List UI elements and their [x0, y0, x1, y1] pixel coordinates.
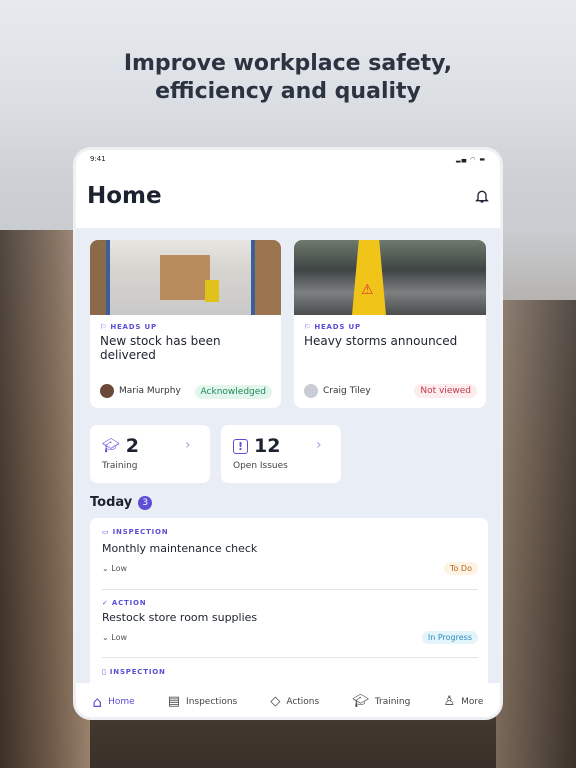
task-type: ACTION — [111, 599, 147, 607]
nav-label: Home — [108, 696, 135, 707]
page-title: Home — [87, 183, 162, 209]
task-row[interactable]: ▭ INSPECTION Monthly maintenance check ⌄… — [102, 528, 478, 575]
avatar — [304, 384, 318, 398]
tag-label: HEADS UP — [314, 323, 361, 331]
author-name: Maria Murphy — [119, 386, 181, 396]
nav-label: Inspections — [186, 696, 238, 707]
chevron-down-icon: ⌄ — [102, 633, 112, 642]
megaphone-icon: ⚐ — [100, 323, 111, 331]
today-label: Today — [90, 495, 133, 510]
headline: Improve workplace safety, efficiency and… — [0, 50, 576, 106]
task-priority: Low — [111, 564, 128, 573]
inspection-icon: ▭ — [102, 528, 113, 536]
task-priority: Low — [111, 633, 128, 642]
tag-label: HEADS UP — [110, 323, 157, 331]
graduation-cap-icon: 🎓︎ — [102, 438, 120, 454]
chevron-right-icon: › — [185, 437, 191, 453]
announcement-image: ⚠ — [294, 240, 486, 315]
graduation-cap-icon: 🎓︎ — [352, 694, 369, 709]
stat-value: 12 — [254, 435, 281, 457]
device-frame: 9:41 ▂▄ ◠ ▬ Home ⚐ HEADS UP New stock ha… — [73, 147, 503, 720]
megaphone-icon: ⚐ — [304, 323, 315, 331]
announcement-title: New stock has been delivered — [100, 334, 221, 362]
nav-label: Training — [374, 696, 411, 707]
stat-value: 2 — [125, 435, 140, 457]
stat-label: Open Issues — [233, 461, 288, 471]
divider — [102, 589, 478, 590]
nav-inspections[interactable]: ▤ Inspections — [168, 694, 237, 709]
task-type: INSPECTION — [112, 528, 169, 536]
bottom-nav: ⌂ Home ▤ Inspections ◇ Actions 🎓︎ Training ♙… — [76, 683, 500, 717]
announcement-card[interactable]: ⚐ HEADS UP New stock has been delivered … — [90, 240, 281, 408]
today-heading: Today 3 — [90, 495, 153, 510]
status-badge: Not viewed — [414, 384, 477, 398]
stat-label: Training — [102, 461, 138, 471]
task-row[interactable]: ✓ ACTION Restock store room supplies ⌄ L… — [102, 599, 478, 644]
training-stat-card[interactable]: 🎓︎ 2 › Training — [90, 425, 210, 483]
nav-label: More — [461, 696, 484, 707]
nav-actions[interactable]: ◇ Actions — [270, 694, 319, 709]
chevron-down-icon: ⌄ — [102, 564, 112, 573]
task-title: Monthly maintenance check — [102, 542, 258, 555]
task-type: INSPECTION — [109, 668, 166, 676]
headline-line-2: efficiency and quality — [155, 79, 421, 104]
author-name: Craig Tiley — [323, 386, 371, 396]
tag-icon: ◇ — [270, 694, 281, 709]
clipboard-icon: ▯ — [102, 668, 110, 676]
tag-heads-up: ⚐ HEADS UP — [304, 323, 476, 331]
today-count-badge: 3 — [138, 495, 153, 510]
user-icon: ♙ — [443, 694, 456, 709]
nav-more[interactable]: ♙ More — [443, 694, 483, 709]
task-title: Restock store room supplies — [102, 611, 258, 624]
nav-training[interactable]: 🎓︎ Training — [352, 694, 410, 709]
check-circle-icon: ✓ — [102, 599, 112, 607]
status-icons: ▂▄ ◠ ▬ — [456, 156, 486, 163]
announcement-title: Heavy storms announced — [304, 334, 458, 348]
headline-line-1: Improve workplace safety, — [123, 51, 453, 76]
status-badge: In Progress — [421, 631, 478, 644]
tag-heads-up: ⚐ HEADS UP — [100, 323, 271, 331]
open-issues-stat-card[interactable]: ! 12 › Open Issues — [221, 425, 341, 483]
announcement-image — [90, 240, 281, 315]
avatar — [100, 384, 114, 398]
background — [496, 300, 576, 768]
task-list: ▭ INSPECTION Monthly maintenance check ⌄… — [90, 518, 488, 698]
home-icon: ⌂ — [92, 692, 103, 711]
bell-icon[interactable] — [474, 188, 490, 204]
clipboard-icon: ▤ — [167, 694, 181, 709]
divider — [102, 657, 478, 658]
task-row[interactable]: ▯ INSPECTION — [102, 668, 166, 676]
status-time: 9:41 — [90, 155, 106, 163]
nav-home[interactable]: ⌂ Home — [93, 693, 135, 711]
status-badge: To Do — [443, 562, 478, 575]
alert-bubble-icon: ! — [233, 438, 249, 454]
announcement-card[interactable]: ⚠ ⚐ HEADS UP Heavy storms announced Crai… — [294, 240, 486, 408]
nav-label: Actions — [286, 696, 320, 707]
chevron-right-icon: › — [316, 437, 322, 453]
status-badge: Acknowledged — [194, 385, 272, 399]
